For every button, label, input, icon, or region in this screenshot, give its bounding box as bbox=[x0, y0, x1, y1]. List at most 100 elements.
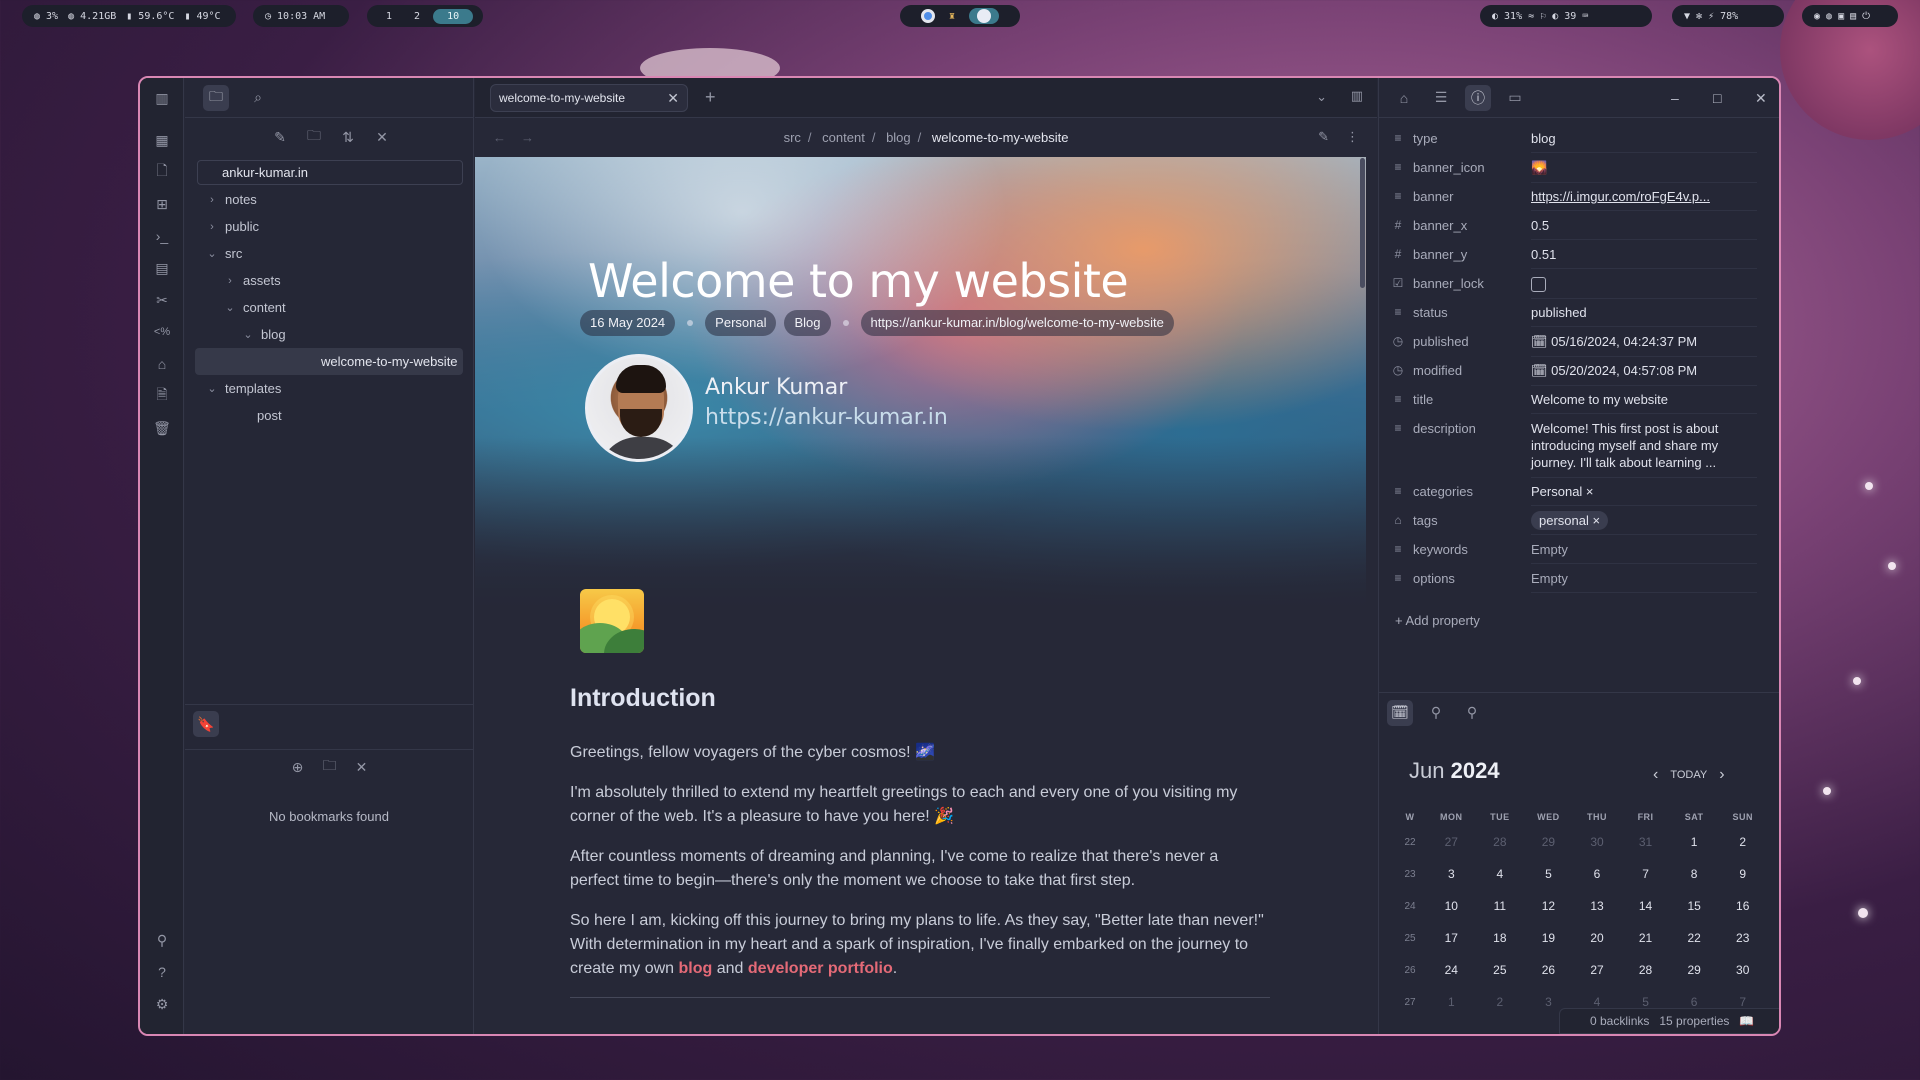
chevron-right-icon[interactable]: › bbox=[223, 275, 237, 287]
post-category[interactable]: Personal bbox=[705, 310, 777, 336]
breadcrumb-content[interactable]: content bbox=[822, 130, 865, 145]
toggle-right-sidebar-icon[interactable]: ▥ bbox=[1351, 88, 1363, 104]
tree-item-src[interactable]: ⌄ src bbox=[185, 240, 473, 267]
property-type-icon[interactable]: ≡ bbox=[1391, 571, 1405, 586]
calendar-day[interactable]: 31 bbox=[1621, 835, 1670, 849]
calendar-day[interactable]: 21 bbox=[1621, 931, 1670, 945]
property-type-icon[interactable]: ☑ bbox=[1391, 276, 1405, 291]
calendar-day[interactable]: 15 bbox=[1670, 899, 1719, 913]
new-note-icon[interactable]: ✎ bbox=[267, 124, 293, 150]
more-options-icon[interactable]: ⋮ bbox=[1346, 129, 1359, 145]
calendar-day[interactable]: 8 bbox=[1670, 867, 1719, 881]
property-key[interactable]: ◷ published bbox=[1391, 328, 1531, 349]
tab-welcome-to-my-website[interactable]: welcome-to-my-website ✕ bbox=[490, 84, 688, 112]
breadcrumb-current[interactable]: welcome-to-my-website bbox=[932, 130, 1069, 145]
blog-link[interactable]: blog bbox=[679, 960, 713, 977]
chevron-right-icon[interactable]: › bbox=[1719, 766, 1724, 784]
code-icon[interactable]: <% bbox=[152, 322, 172, 342]
calendar-day[interactable]: 22 bbox=[1670, 931, 1719, 945]
new-file-icon[interactable]: 🗎 bbox=[152, 386, 172, 406]
close-icon[interactable]: ✕ bbox=[667, 85, 679, 111]
toggle-sidebar-icon[interactable]: ▥ bbox=[152, 88, 172, 108]
info-icon[interactable]: ⓘ bbox=[1465, 84, 1491, 111]
chevron-right-icon[interactable]: › bbox=[205, 194, 219, 206]
property-value[interactable]: blog bbox=[1531, 125, 1757, 153]
property-key[interactable]: # banner_x bbox=[1391, 212, 1531, 233]
calendar-day[interactable]: 10 bbox=[1427, 899, 1476, 913]
back-icon[interactable]: ← bbox=[493, 130, 506, 145]
post-type[interactable]: Blog bbox=[784, 310, 831, 336]
calendar-day[interactable]: 29 bbox=[1670, 963, 1719, 977]
calendar-day[interactable]: 18 bbox=[1476, 931, 1525, 945]
calendar-day[interactable]: 5 bbox=[1524, 867, 1573, 881]
week-number[interactable]: 23 bbox=[1393, 869, 1427, 880]
chevron-down-icon[interactable]: ⌄ bbox=[205, 382, 219, 395]
banner-lock-checkbox[interactable] bbox=[1531, 277, 1546, 293]
calendar-day[interactable]: 1 bbox=[1670, 835, 1719, 849]
tree-item-public[interactable]: › public bbox=[185, 213, 473, 240]
property-type-icon[interactable]: ≡ bbox=[1391, 189, 1405, 204]
battery-status[interactable]: ▼ ✻ ⚡ 78% bbox=[1672, 5, 1784, 27]
tags-icon[interactable]: ⌂ bbox=[1391, 85, 1417, 111]
properties-count[interactable]: 15 properties bbox=[1659, 1014, 1729, 1028]
banner-link[interactable]: https://i.imgur.com/roFgE4v.p... bbox=[1531, 189, 1710, 204]
new-folder-icon[interactable]: 🗀 bbox=[301, 124, 327, 150]
property-key[interactable]: ≡ keywords bbox=[1391, 536, 1531, 557]
property-key[interactable]: ≡ banner bbox=[1391, 183, 1531, 204]
vault-icon[interactable]: ⚲ bbox=[152, 930, 172, 950]
property-type-icon[interactable]: ≡ bbox=[1391, 160, 1405, 175]
calendar-day[interactable]: 11 bbox=[1476, 899, 1525, 913]
calendar-day[interactable]: 13 bbox=[1573, 899, 1622, 913]
calendar-day[interactable]: 25 bbox=[1476, 963, 1525, 977]
property-key[interactable]: ≡ banner_icon bbox=[1391, 154, 1531, 175]
post-url[interactable]: https://ankur-kumar.in/blog/welcome-to-m… bbox=[860, 310, 1174, 336]
minimize-button[interactable]: – bbox=[1671, 78, 1679, 118]
calendar-day[interactable]: 2 bbox=[1476, 995, 1525, 1009]
home-icon[interactable]: ⌂ bbox=[152, 354, 172, 374]
tools-icon[interactable]: ✂ bbox=[152, 290, 172, 310]
breadcrumb-blog[interactable]: blog bbox=[886, 130, 911, 145]
calendar-day[interactable]: 1 bbox=[1427, 995, 1476, 1009]
property-type-icon[interactable]: ≡ bbox=[1391, 392, 1405, 407]
calendar-day[interactable]: 7 bbox=[1718, 995, 1767, 1009]
new-bookmark-group-icon[interactable]: 🗀 bbox=[317, 754, 343, 780]
collapse-all-icon[interactable]: ✕ bbox=[369, 124, 395, 150]
week-number[interactable]: 25 bbox=[1393, 933, 1427, 944]
property-key[interactable]: ◷ modified bbox=[1391, 357, 1531, 378]
week-number[interactable]: 27 bbox=[1393, 997, 1427, 1008]
files-icon[interactable]: 🗋 bbox=[152, 162, 172, 182]
week-number[interactable]: 24 bbox=[1393, 901, 1427, 912]
property-value[interactable]: Welcome! This first post is about introd… bbox=[1531, 415, 1757, 479]
backlinks-icon[interactable]: ⚲ bbox=[1423, 700, 1449, 726]
chevron-left-icon[interactable]: ‹ bbox=[1653, 766, 1658, 784]
vault-name[interactable]: ankur-kumar.in bbox=[197, 160, 463, 185]
calendar-day[interactable]: 5 bbox=[1621, 995, 1670, 1009]
obsidian-icon[interactable] bbox=[969, 8, 1000, 24]
backlinks-count[interactable]: 0 backlinks bbox=[1590, 1014, 1649, 1028]
chevron-right-icon[interactable]: › bbox=[205, 221, 219, 233]
chevron-down-icon[interactable]: ⌄ bbox=[205, 247, 219, 260]
editor-scrollbar[interactable] bbox=[1360, 158, 1365, 288]
clock[interactable]: ◷ 10:03 AM bbox=[253, 5, 349, 27]
sort-icon[interactable]: ⇅ bbox=[335, 124, 361, 150]
graph-icon[interactable]: ⊞ bbox=[152, 194, 172, 214]
portfolio-link[interactable]: developer portfolio bbox=[748, 960, 893, 977]
calendar-day[interactable]: 24 bbox=[1427, 963, 1476, 977]
tree-item-blog[interactable]: ⌄ blog bbox=[185, 321, 473, 348]
screenshot-icon[interactable]: ▣ bbox=[1838, 11, 1844, 22]
calendar-day[interactable]: 12 bbox=[1524, 899, 1573, 913]
workspace-2[interactable]: 2 bbox=[405, 9, 429, 24]
property-type-icon[interactable]: ◷ bbox=[1391, 334, 1405, 349]
property-value[interactable]: 🌄 bbox=[1531, 154, 1757, 183]
system-status[interactable]: ◐ 31% ≈ ⚐ ◐ 39 ⌨ bbox=[1480, 5, 1652, 27]
property-value[interactable]: 🗓 05/16/2024, 04:24:37 PM bbox=[1531, 328, 1757, 358]
property-key[interactable]: ≡ categories bbox=[1391, 478, 1531, 499]
calendar-day[interactable]: 16 bbox=[1718, 899, 1767, 913]
workspace-10[interactable]: 10 bbox=[433, 8, 474, 24]
terminal-icon[interactable]: ›_ bbox=[152, 226, 172, 246]
property-key[interactable]: ≡ options bbox=[1391, 565, 1531, 586]
property-type-icon[interactable]: ⌂ bbox=[1391, 513, 1405, 528]
calendar-day[interactable]: 20 bbox=[1573, 931, 1622, 945]
calendar-day[interactable]: 30 bbox=[1718, 963, 1767, 977]
calendar-day[interactable]: 2 bbox=[1718, 835, 1767, 849]
